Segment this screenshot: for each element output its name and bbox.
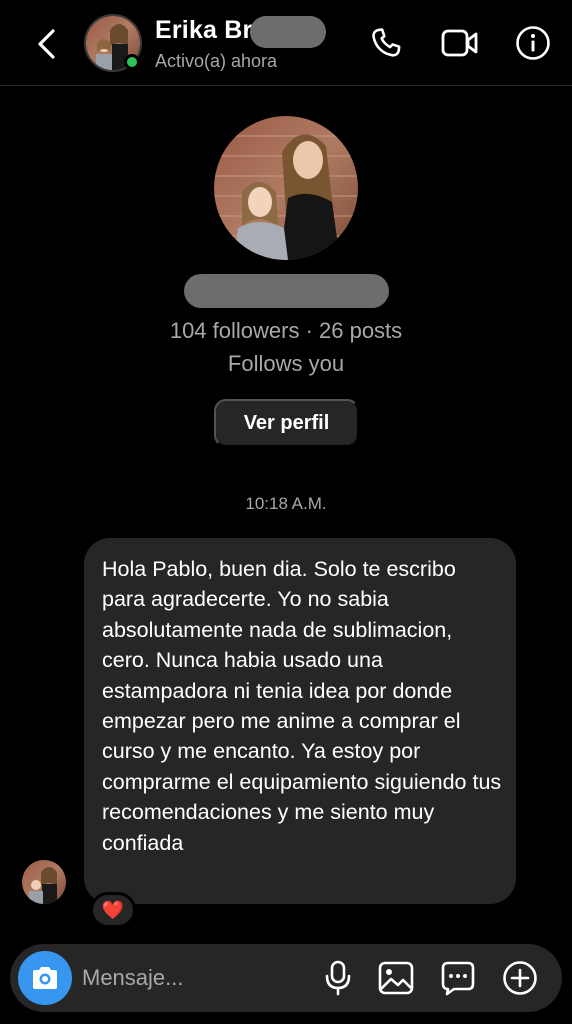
gallery-button[interactable]: [376, 958, 416, 998]
view-profile-button[interactable]: Ver perfil: [214, 399, 359, 447]
message-composer: [10, 944, 562, 1012]
heart-icon: ❤️: [101, 899, 125, 920]
message-timestamp: 10:18 A.M.: [245, 494, 327, 513]
profile-photo[interactable]: [214, 116, 358, 260]
sticker-button[interactable]: [438, 958, 478, 998]
back-arrow-icon: [38, 29, 55, 59]
sender-avatar[interactable]: [22, 860, 66, 904]
video-call-button[interactable]: [440, 23, 480, 63]
message-text: Hola Pablo, buen dia. Solo te escribo pa…: [102, 557, 502, 855]
contact-status: Activo(a) ahora: [155, 51, 278, 71]
more-options-button[interactable]: [500, 958, 540, 998]
camera-icon: [33, 967, 57, 989]
back-button[interactable]: [28, 24, 64, 64]
camera-button[interactable]: [18, 951, 72, 1005]
chat-header: Erika Bru Activo(a) ahora: [0, 0, 572, 86]
info-icon: [516, 26, 550, 60]
microphone-icon: [325, 960, 351, 996]
message-reaction[interactable]: ❤️: [90, 892, 136, 928]
username-redaction: [184, 274, 389, 308]
info-button[interactable]: [513, 23, 553, 63]
sticker-icon: [441, 961, 475, 996]
online-indicator: [124, 54, 140, 70]
follows-you-label: Follows you: [227, 351, 345, 376]
voice-call-button[interactable]: [366, 23, 406, 63]
message-bubble[interactable]: Hola Pablo, buen dia. Solo te escribo pa…: [84, 538, 516, 904]
name-redaction: [250, 16, 326, 48]
plus-icon: [503, 961, 537, 995]
message-input[interactable]: [82, 958, 302, 998]
profile-stats: 104 followers · 26 posts: [169, 318, 403, 343]
gallery-icon: [378, 961, 414, 995]
video-camera-icon: [441, 29, 478, 57]
voice-message-button[interactable]: [318, 958, 358, 998]
phone-icon: [372, 28, 401, 57]
